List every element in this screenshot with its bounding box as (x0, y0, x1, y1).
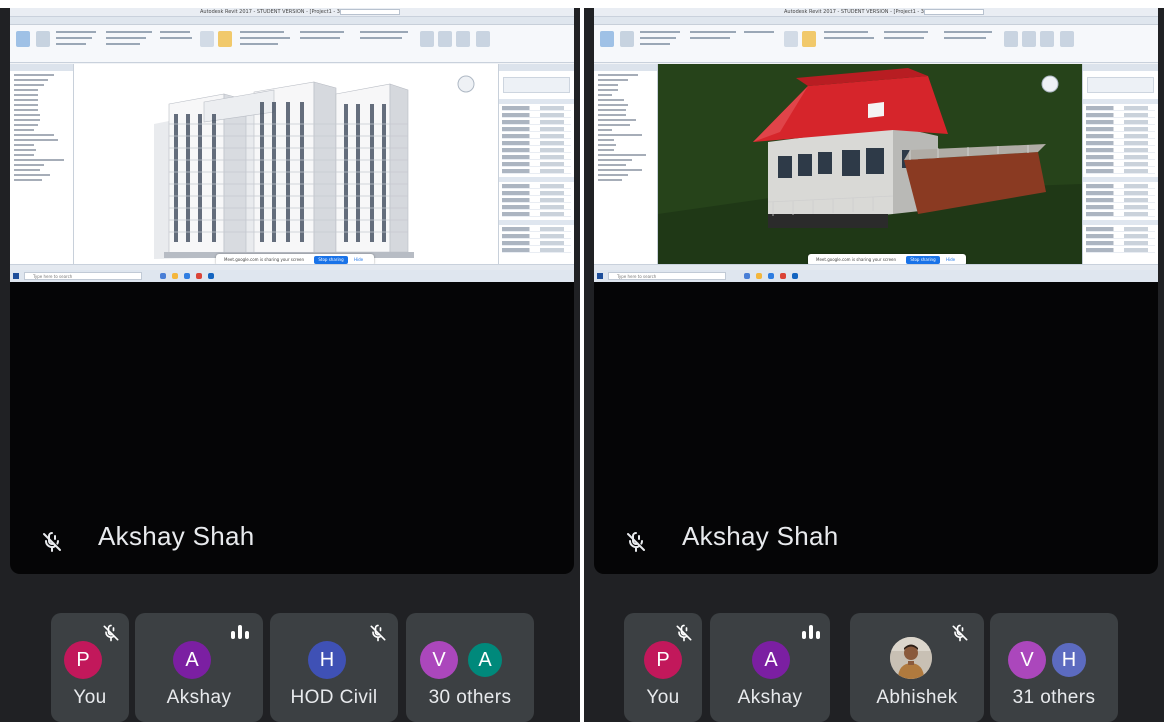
3d-view-highrise (74, 64, 498, 264)
project-browser (10, 64, 74, 264)
edge-icon (744, 273, 750, 279)
participant-tile-abhishek[interactable]: Abhishek (850, 613, 984, 722)
modify-tool-icon (600, 31, 614, 47)
window-tool-icon (420, 31, 434, 47)
edge-icon (160, 273, 166, 279)
stop-sharing-button[interactable]: Stop sharing (314, 256, 348, 264)
mic-off-icon (103, 624, 119, 642)
participant-tile-akshay[interactable]: A Akshay (710, 613, 830, 722)
presenter-name: Akshay Shah (682, 521, 839, 551)
sun-tool-icon (802, 31, 816, 47)
shared-screen: Autodesk Revit 2017 - STUDENT VERSION - … (594, 8, 1158, 282)
viewcube-icon (457, 75, 475, 93)
folder-icon (756, 273, 762, 279)
mic-off-icon (676, 624, 692, 642)
meet-call-left: Autodesk Revit 2017 - STUDENT VERSION - … (0, 8, 580, 722)
windows-taskbar: Type here to search (10, 270, 574, 282)
revit-titlebar: Autodesk Revit 2017 - STUDENT VERSION - … (10, 8, 574, 17)
revit-icon (792, 273, 798, 279)
participant-name: You (73, 687, 107, 708)
avatar: P (644, 641, 682, 679)
revit-icon (208, 273, 214, 279)
render-tool-icon (200, 31, 214, 47)
participant-tile-hod-civil[interactable]: H HOD Civil (270, 613, 398, 722)
taskbar-search: Type here to search (24, 272, 142, 280)
render-tool-icon (784, 31, 798, 47)
user-interface-icon (476, 31, 490, 47)
participant-tile-others[interactable]: V A 30 others (406, 613, 534, 722)
participant-name: 30 others (428, 687, 512, 708)
3d-view-house (658, 64, 1082, 264)
switch-windows-icon (1040, 31, 1054, 47)
sun-tool-icon (218, 31, 232, 47)
participant-tile-akshay[interactable]: A Akshay (135, 613, 263, 722)
presenter-tile[interactable]: Autodesk Revit 2017 - STUDENT VERSION - … (10, 8, 574, 574)
windows-start-icon (597, 273, 603, 279)
avatar: A (173, 641, 211, 679)
participant-name: HOD Civil (290, 687, 378, 708)
participant-tile-you[interactable]: P You (51, 613, 129, 722)
participant-name: Akshay (737, 687, 803, 708)
revit-titlebar: Autodesk Revit 2017 - STUDENT VERSION - … (594, 8, 1158, 17)
mic-off-icon (627, 532, 645, 552)
modify-tool-icon (16, 31, 30, 47)
view-tool-icon (36, 31, 50, 47)
properties-panel (498, 64, 574, 264)
hide-banner-button[interactable]: Hide (354, 257, 363, 262)
viewcube-icon (1041, 75, 1059, 93)
close-hidden-icon (1022, 31, 1036, 47)
avatar: H (308, 641, 346, 679)
folder-icon (172, 273, 178, 279)
user-interface-icon (1060, 31, 1074, 47)
avatar: P (64, 641, 102, 679)
avatar: A (466, 641, 504, 679)
view-tool-icon (620, 31, 634, 47)
highrise-building-model (154, 75, 475, 259)
participant-name: Akshay (166, 687, 232, 708)
participant-tile-others[interactable]: V H 31 others (990, 613, 1118, 722)
share-banner-text: Meet.google.com is sharing your screen (224, 257, 305, 262)
revit-ribbon (594, 17, 1158, 63)
avatar: V (420, 641, 458, 679)
revit-ribbon (10, 17, 574, 63)
close-hidden-icon (438, 31, 452, 47)
chrome-icon (196, 273, 202, 279)
store-icon (768, 273, 774, 279)
participant-tile-you[interactable]: P You (624, 613, 702, 722)
stop-sharing-button[interactable]: Stop sharing (906, 256, 940, 264)
windows-taskbar: Type here to search (594, 270, 1158, 282)
meet-call-right: Autodesk Revit 2017 - STUDENT VERSION - … (584, 8, 1164, 722)
hide-banner-button[interactable]: Hide (946, 257, 955, 262)
mic-off-icon (370, 624, 386, 642)
user-photo-avatar (890, 637, 932, 679)
mic-off-icon (952, 624, 968, 642)
avatar: H (1050, 641, 1088, 679)
shared-screen: Autodesk Revit 2017 - STUDENT VERSION - … (10, 8, 574, 282)
participant-name: You (646, 687, 680, 708)
presenter-tile[interactable]: Autodesk Revit 2017 - STUDENT VERSION - … (594, 8, 1158, 574)
participant-name: Abhishek (876, 687, 958, 708)
project-browser (594, 64, 658, 264)
speaking-indicator-icon (231, 625, 251, 641)
house-model (658, 64, 1082, 264)
mic-off-icon (43, 532, 61, 552)
revit-search-box (340, 9, 400, 15)
avatar: A (752, 641, 790, 679)
taskbar-search: Type here to search (608, 272, 726, 280)
speaking-indicator-icon (802, 625, 822, 641)
window-tool-icon (1004, 31, 1018, 47)
presenter-name: Akshay Shah (98, 521, 255, 551)
avatar: V (1008, 641, 1046, 679)
participant-name: 31 others (1012, 687, 1096, 708)
store-icon (184, 273, 190, 279)
revit-search-box (924, 9, 984, 15)
switch-windows-icon (456, 31, 470, 47)
windows-start-icon (13, 273, 19, 279)
properties-panel (1082, 64, 1158, 264)
share-banner-text: Meet.google.com is sharing your screen (816, 257, 897, 262)
chrome-icon (780, 273, 786, 279)
